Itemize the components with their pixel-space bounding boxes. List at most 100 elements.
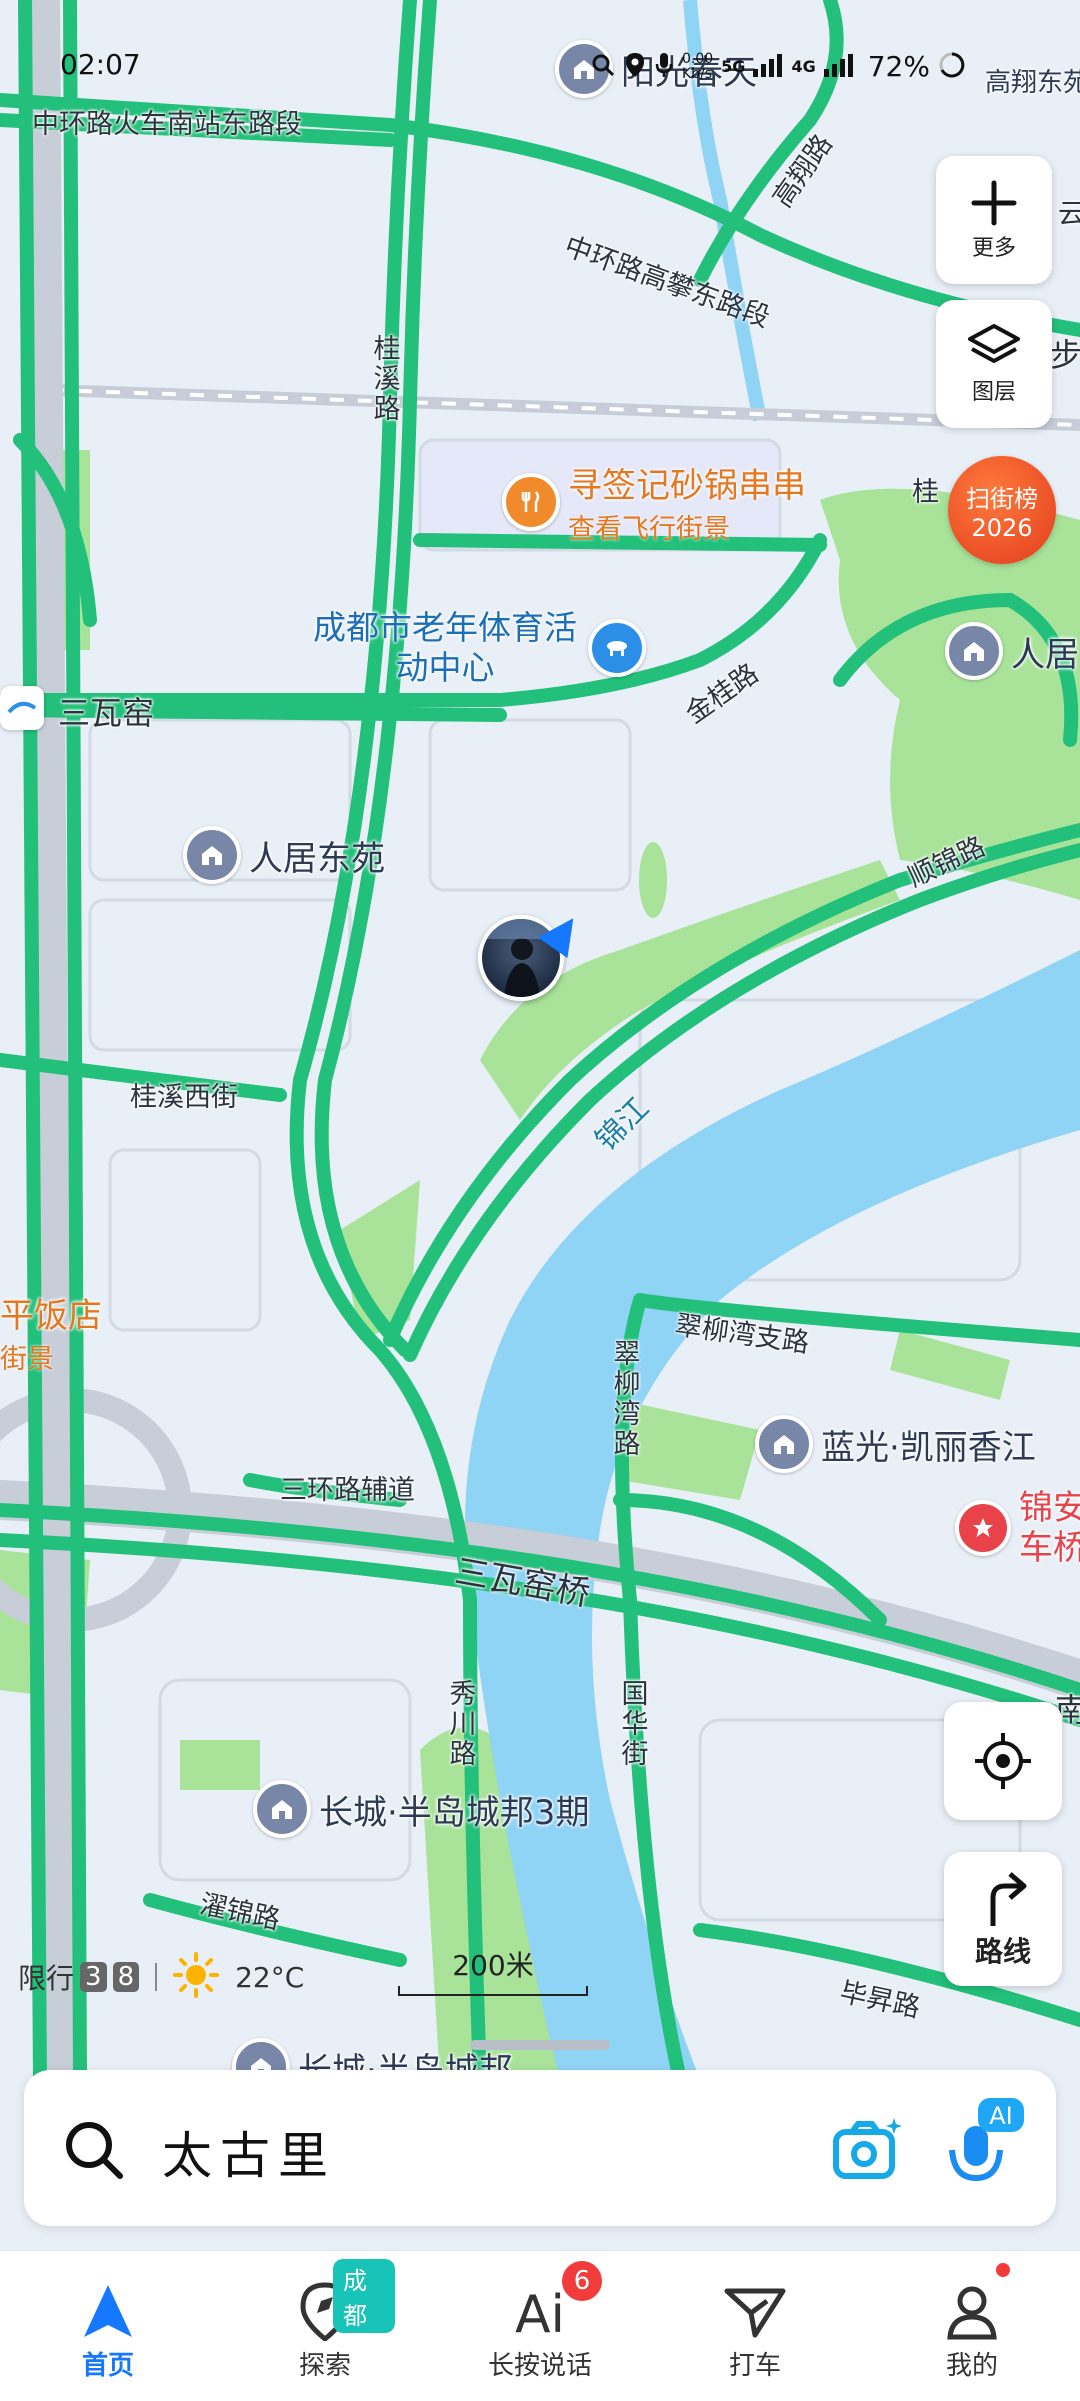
navigation-arrow-icon [78,2281,138,2345]
tab-home-label: 首页 [81,2351,134,2381]
tab-mine-label: 我的 [945,2351,998,2381]
signal-1-icon [753,53,783,81]
ai-voice-icon[interactable]: AI [942,2094,1032,2198]
battery-level: 72% [867,50,930,83]
map-canvas[interactable] [0,0,1080,2080]
tab-explore-label: 探索 [298,2351,351,2381]
net-speed-value: 0.00 [682,50,714,67]
taxi-send-icon [723,2283,787,2343]
scale-text: 200米 [452,1949,534,1982]
ai-notification-badge: 6 [562,2261,602,2301]
location-status-icon [624,51,646,83]
search-icon [62,2118,126,2186]
sun-icon [173,1952,220,2002]
layers-button[interactable]: 图层 [936,300,1052,428]
poi-label: 锦安 [1019,1488,1080,1528]
traffic-restriction[interactable]: 限行 3 8 22°C [18,1952,304,2002]
poi-renju-dongyuan[interactable]: 人居东苑 [183,826,385,884]
layers-label: 图层 [971,380,1016,405]
poi-sublabel: 街景 [0,1344,54,1375]
tab-mine[interactable]: 我的 [902,2251,1042,2401]
road-label-guixi: 桂溪路 [373,334,401,425]
tab-taxi-label: 打车 [728,2351,781,2381]
weather-temp: 22°C [235,1960,305,1994]
poi-gaoxiang-dongyuan[interactable]: 高翔东苑 [985,62,1080,99]
building-icon [755,1415,813,1473]
road-label-sanwayao: 三瓦窑 [58,694,155,732]
search-status-icon [590,52,616,82]
search-bar[interactable]: 太古里 AI [24,2070,1056,2226]
poi-lanquang-kaili[interactable]: 蓝光·凯丽香江 [755,1415,1036,1473]
poi-label: 蓝光·凯丽香江 [821,1427,1036,1468]
more-label: 更多 [971,236,1016,261]
tab-ai-label: 长按说话 [487,2351,592,2381]
route-button[interactable]: 路线 [944,1852,1062,1986]
more-button[interactable]: 更多 [936,156,1052,284]
tab-explore[interactable]: 成都 探索 [255,2251,395,2401]
poi-label: 长城·半岛城邦3期 [319,1792,590,1833]
tab-ai-voice[interactable]: Ai 6 长按说话 [470,2251,610,2401]
map-scale: 200米 [398,1944,588,1996]
scan-badge-line1: 扫街榜 [966,484,1038,513]
mine-dot-badge [996,2263,1010,2277]
route-turn-icon [990,1872,1027,1926]
scan-street-badge[interactable]: 扫街榜 2026 [948,456,1056,564]
layers-icon [968,324,1020,363]
battery-ring-icon [938,51,966,83]
poi-label-2: 车桥 [1019,1528,1080,1568]
tab-home[interactable]: 首页 [38,2251,178,2401]
route-label: 路线 [974,1935,1031,1968]
poi-sports-center[interactable]: 成都市老年体育活动中心 [310,608,646,688]
road-label-cuiliuwan: 翠柳湾路 [613,1339,641,1460]
building-icon [253,1780,311,1838]
poi-food-left-edge[interactable]: 平饭店 街景 [0,1288,102,1376]
search-placeholder[interactable]: 太古里 [162,2116,336,2188]
scan-badge-line2: 2026 [971,513,1033,542]
poi-changcheng-3[interactable]: 长城·半岛城邦3期 [253,1780,589,1838]
road-label-zhonghuan-south: 中环路火车南站东路段 [32,109,302,140]
poi-label: 平饭店 [0,1296,102,1336]
restriction-label: 限行 [18,1962,75,1995]
restriction-number-2: 8 [112,1962,140,1992]
scale-bar [398,1986,588,1996]
road-label-guohua: 国华街 [621,1679,649,1770]
locate-me-button[interactable] [944,1702,1062,1820]
poi-label: 成都市老年体育活动中心 [313,608,577,687]
sim2-type: 4G [791,57,816,76]
poi-label: 人居东苑 [249,838,385,879]
restriction-number-1: 3 [80,1962,107,1992]
road-label-xiuchuan: 秀川路 [449,1679,477,1770]
signal-2-icon [823,53,854,81]
poi-label: 寻签记砂锅串串 [568,466,806,506]
poi-food-xunqianji[interactable]: 寻签记砂锅串串 查看飞行街景 [502,458,806,546]
mic-status-icon [654,51,674,83]
road-label-gui-edge: 桂 [912,477,939,508]
sim1-type: 5G [721,57,746,76]
entrance-marker-icon[interactable] [0,686,44,730]
camera-search-icon[interactable] [828,2112,904,2192]
bottom-nav: 首页 成都 探索 Ai 6 长按说话 打车 我的 [0,2250,1080,2401]
status-time: 02:07 [60,48,141,81]
star-icon [955,1500,1011,1556]
building-icon [183,826,241,884]
poi-label: 人居 [1011,634,1079,675]
road-label-guixi-west: 桂溪西街 [130,1082,238,1113]
status-icons: 0.00 Kb/s 5G 4G 72% [590,50,966,83]
person-icon [942,2281,1002,2345]
road-label-bu-edge: 步 [1050,336,1080,374]
net-speed: 0.00 Kb/s [682,50,714,82]
tab-taxi[interactable]: 打车 [685,2251,825,2401]
road-label-sanhuan-aux: 三环路辅道 [280,1475,415,1506]
poi-label: 高翔东苑 [985,68,1080,98]
restaurant-icon [502,473,560,531]
sports-icon [588,619,646,677]
poi-red-jinan[interactable]: 锦安 车桥 [955,1488,1080,1568]
drag-handle[interactable] [470,2040,610,2050]
crosshair-icon [975,1733,1031,1789]
explore-city-badge: 成都 [333,2259,395,2333]
poi-renju-edge[interactable]: 人居 [945,622,1079,680]
poi-sublabel[interactable]: 查看飞行街景 [568,507,806,546]
road-label-yun-edge: 云 [1058,199,1080,230]
divider [155,1963,158,1991]
svg-text:AI: AI [989,2102,1013,2130]
